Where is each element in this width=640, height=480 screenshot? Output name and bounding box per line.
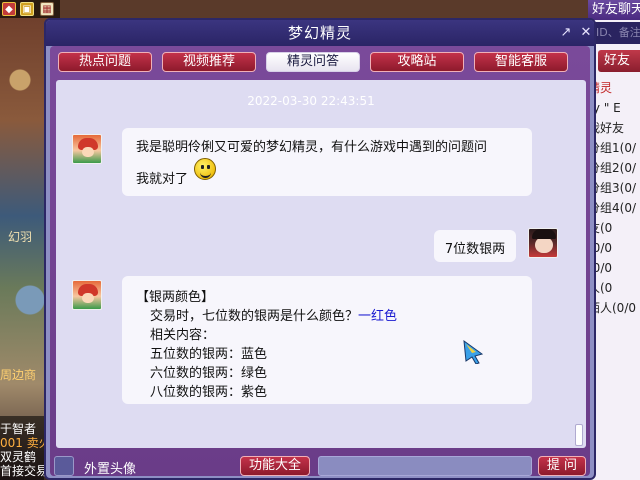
dialog-title: 梦幻精灵 [287, 24, 352, 42]
user-query-bubble: 7位数银两 [434, 230, 516, 262]
greeting-line: 我就对了 [136, 172, 189, 187]
tab-friends[interactable]: 好友 [598, 50, 640, 72]
dialog-titlebar[interactable]: 梦幻精灵 ↗ ✕ [46, 20, 594, 46]
tab-bar: 热点问题 视频推荐 精灵问答 攻略站 智能客服 [58, 52, 578, 72]
smiley-emoticon-icon [194, 158, 216, 180]
user-query-text: 7位数银两 [444, 242, 506, 257]
close-icon[interactable]: ✕ [578, 25, 594, 41]
sprite-avatar [72, 280, 102, 310]
sprite-greeting-bubble: 我是聪明伶俐又可爱的梦幻精灵，有什么游戏中遇到的问题问 我就对了 [122, 128, 532, 196]
tab-sprite-qa[interactable]: 精灵问答 [266, 52, 360, 72]
related-item: 六位数的银两：绿色 [150, 366, 268, 381]
game-calendar-icon[interactable]: ▦ [40, 2, 54, 16]
functions-button[interactable]: 功能大全 [240, 456, 310, 476]
answer-link[interactable]: 一红色 [358, 309, 397, 324]
related-label: 相关内容： [150, 328, 216, 343]
external-avatar-checkbox[interactable] [54, 456, 74, 476]
related-item: 八位数的银两：紫色 [150, 385, 268, 400]
game-top-icons: ◆ ▣ ▦ [0, 0, 60, 18]
tab-video-recommend[interactable]: 视频推荐 [162, 52, 256, 72]
input-bar: 外置头像 功能大全 提 问 [50, 452, 590, 477]
sprite-avatar [72, 134, 102, 164]
chat-log[interactable]: 2022-03-30 22:43:51 我是聪明伶俐又可爱的梦幻精灵，有什么游戏… [56, 80, 586, 448]
external-avatar-label: 外置头像 [84, 462, 137, 477]
answer-question-text: 交易时，七位数的银两是什么颜色？ [150, 309, 359, 324]
answer-question: 交易时，七位数的银两是什么颜色？一红色 [150, 305, 397, 324]
chat-scrollbar[interactable] [574, 80, 584, 448]
tab-strategy-site[interactable]: 攻略站 [370, 52, 464, 72]
popout-icon[interactable]: ↗ [558, 25, 574, 41]
dream-sprite-dialog: 梦幻精灵 ↗ ✕ 热点问题 视频推荐 精灵问答 攻略站 智能客服 2022-03… [44, 18, 596, 480]
greeting-line: 我是聪明伶俐又可爱的梦幻精灵，有什么游戏中遇到的问题问 [136, 140, 488, 155]
tab-smart-service[interactable]: 智能客服 [474, 52, 568, 72]
scene-npc-label: 周边商 [0, 368, 37, 382]
user-avatar [528, 228, 558, 258]
answer-heading: 【银两颜色】 [136, 290, 215, 305]
dialog-body: 热点问题 视频推荐 精灵问答 攻略站 智能客服 2022-03-30 22:43… [50, 46, 590, 477]
tab-hot-questions[interactable]: 热点问题 [58, 52, 152, 72]
game-menu-icon[interactable]: ◆ [2, 2, 16, 16]
question-input[interactable] [318, 456, 532, 476]
ask-button[interactable]: 提 问 [538, 456, 586, 476]
world-chat-line: 于智者 [0, 422, 37, 436]
related-item: 五位数的银两：蓝色 [150, 347, 268, 362]
sprite-answer-bubble: 【银两颜色】 交易时，七位数的银两是什么颜色？一红色 相关内容： 五位数的银两：… [122, 276, 532, 404]
world-chat-line: 首接交易 [0, 464, 48, 478]
friend-panel-title: 好友聊天 [588, 0, 640, 20]
message-timestamp: 2022-03-30 22:43:51 [247, 94, 375, 108]
game-bag-icon[interactable]: ▣ [20, 2, 34, 16]
world-chat-line: 双灵鹤 [0, 450, 37, 464]
world-chat-line: 001 卖火 [0, 436, 48, 450]
scrollbar-thumb[interactable] [575, 424, 583, 446]
cursor-gem-icon [463, 339, 484, 364]
